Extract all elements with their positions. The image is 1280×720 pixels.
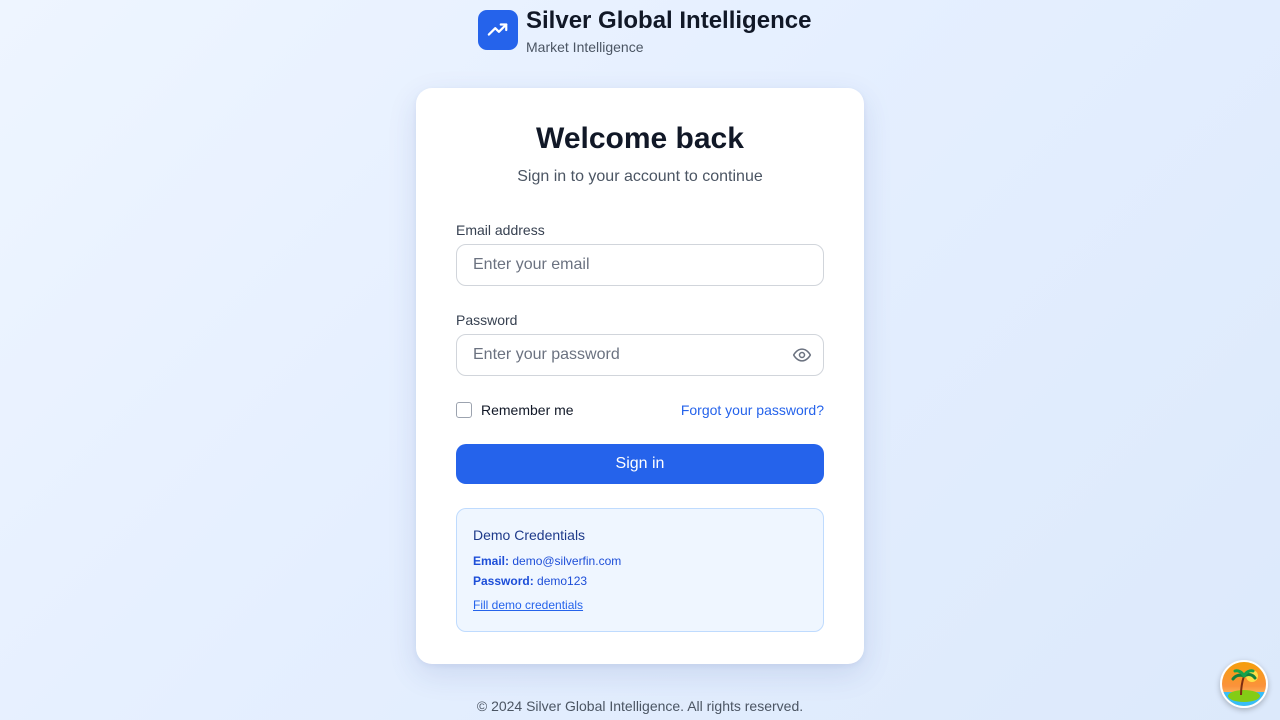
demo-credentials-title: Demo Credentials	[473, 527, 586, 543]
brand-subtitle: Market Intelligence	[526, 39, 644, 55]
password-label: Password	[456, 312, 518, 328]
page-title: Welcome back	[536, 122, 744, 155]
demo-password: Password: demo123	[473, 574, 807, 588]
trending-up-icon	[478, 10, 518, 50]
demo-password-key: Password:	[473, 574, 534, 588]
demo-email: Email: demo@silverfin.com	[473, 554, 807, 568]
page-subtitle: Sign in to your account to continue	[517, 168, 763, 185]
sign-in-button[interactable]: Sign in	[456, 444, 824, 484]
palm-island-avatar-icon[interactable]	[1220, 660, 1268, 708]
remember-me[interactable]: Remember me	[456, 402, 574, 418]
demo-credentials-box: Demo Credentials Email: demo@silverfin.c…	[456, 508, 824, 632]
demo-email-value: demo@silverfin.com	[512, 554, 622, 568]
brand-title: Silver Global Intelligence	[526, 7, 812, 34]
footer-copyright: © 2024 Silver Global Intelligence. All r…	[476, 698, 804, 714]
remember-me-checkbox[interactable]	[456, 402, 472, 418]
eye-icon[interactable]	[792, 345, 812, 365]
demo-password-value: demo123	[537, 574, 588, 588]
brand-text: Silver Global Intelligence Market Intell…	[526, 7, 812, 56]
brand-header: Silver Global Intelligence Market Intell…	[478, 7, 812, 56]
demo-email-key: Email:	[473, 554, 510, 568]
email-label: Email address	[456, 222, 545, 238]
forgot-password-link[interactable]: Forgot your password?	[681, 402, 824, 418]
remember-me-label[interactable]: Remember me	[481, 402, 574, 418]
fill-demo-credentials-link[interactable]: Fill demo credentials	[473, 598, 583, 612]
password-field[interactable]	[456, 334, 824, 376]
email-field[interactable]	[456, 244, 824, 286]
login-card: Welcome back Sign in to your account to …	[416, 88, 864, 664]
